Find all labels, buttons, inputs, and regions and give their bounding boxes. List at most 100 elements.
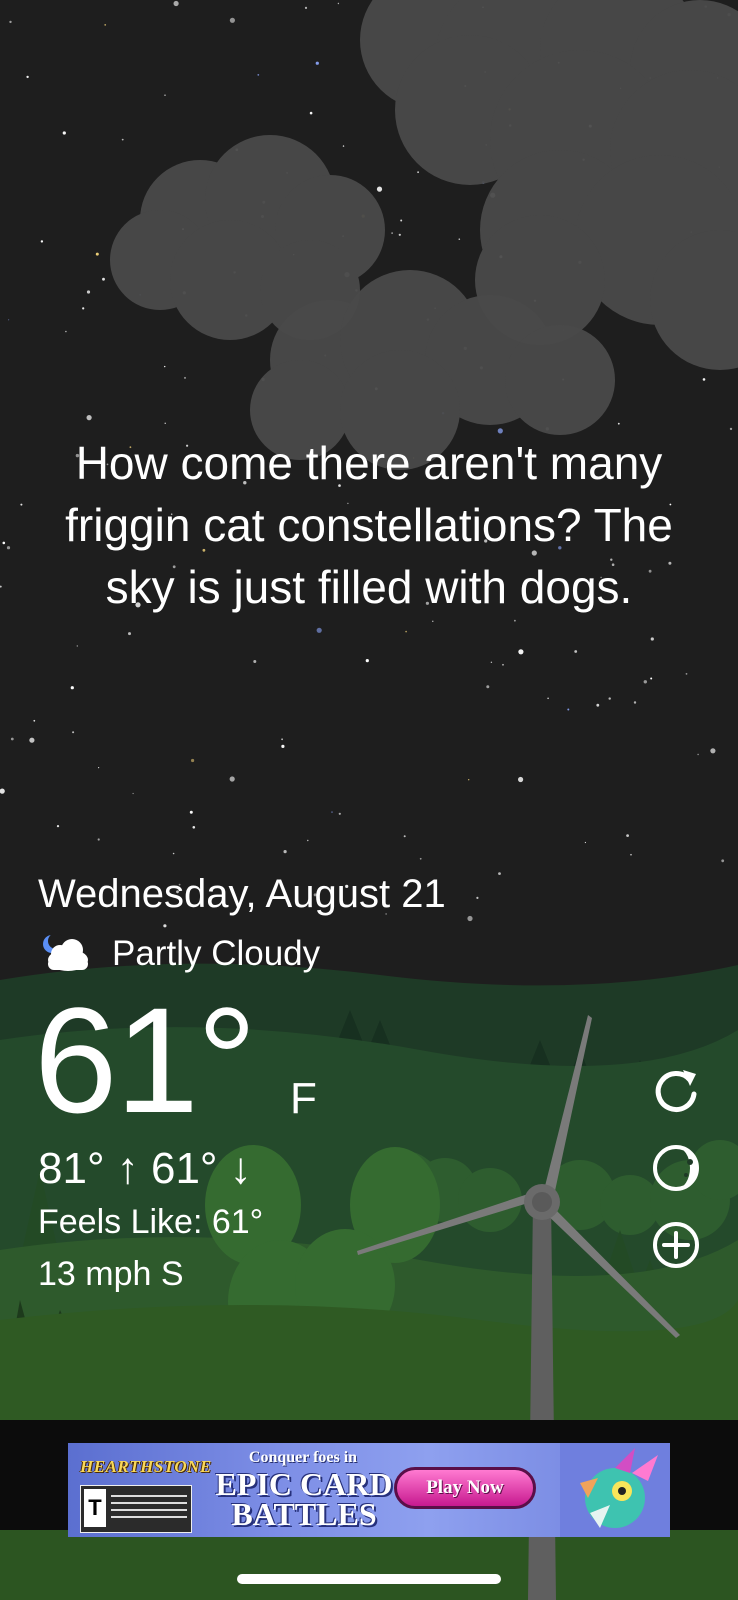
condition-label: Partly Cloudy (112, 934, 321, 973)
ad-esrb-rating: T (80, 1485, 192, 1533)
star (574, 650, 578, 653)
star (432, 620, 434, 622)
star (86, 415, 92, 421)
star (467, 915, 473, 922)
ad-creature-art (560, 1443, 670, 1537)
star (189, 810, 193, 814)
star (365, 659, 369, 663)
star (86, 290, 91, 294)
current-temperature: 61° (34, 976, 257, 1144)
condition-row: Partly Cloudy (38, 930, 320, 978)
star (547, 697, 549, 700)
star (72, 731, 75, 734)
star (102, 277, 105, 281)
star (398, 233, 401, 236)
wind-speed: 13 mph S (38, 1255, 184, 1293)
ad-play-now-button[interactable]: Play Now (394, 1467, 536, 1509)
star (331, 811, 333, 813)
star (518, 776, 524, 783)
star (164, 94, 166, 96)
star (229, 776, 235, 782)
star (650, 677, 653, 680)
star (132, 792, 134, 795)
star (281, 744, 285, 749)
star (281, 738, 283, 741)
star (76, 645, 79, 647)
star (253, 660, 257, 663)
refresh-button[interactable] (648, 1062, 704, 1118)
add-circle-icon (653, 1222, 699, 1268)
moon-phase-icon (653, 1145, 699, 1191)
star (82, 307, 85, 310)
star (304, 6, 308, 9)
star (630, 853, 632, 856)
star (192, 826, 196, 829)
refresh-icon (655, 1070, 697, 1112)
ad-tagline: Conquer foes in (248, 1449, 358, 1466)
star (400, 219, 403, 222)
star (309, 111, 313, 115)
star (2, 541, 6, 545)
star (62, 131, 66, 135)
star (184, 376, 186, 379)
star (468, 779, 470, 781)
star (172, 852, 175, 855)
star (56, 825, 60, 828)
star (626, 834, 629, 837)
star (417, 171, 419, 174)
add-location-button[interactable] (648, 1217, 704, 1273)
star (307, 839, 309, 842)
star (633, 701, 637, 704)
star (70, 686, 74, 690)
star (65, 330, 67, 333)
star (121, 138, 124, 141)
star (229, 17, 235, 23)
weather-scene-background (0, 0, 738, 1600)
star (498, 872, 501, 875)
star (685, 673, 688, 675)
star (342, 145, 345, 147)
star (173, 0, 179, 7)
star (729, 427, 733, 431)
star (391, 232, 393, 234)
star (608, 697, 611, 700)
moon-phase-button[interactable] (648, 1140, 704, 1196)
star (104, 24, 107, 26)
star (337, 2, 340, 5)
star (191, 758, 195, 763)
star (283, 850, 287, 854)
partly-cloudy-night-icon (38, 933, 94, 974)
star (419, 857, 422, 860)
star (164, 422, 166, 424)
star (486, 685, 490, 689)
star (403, 835, 406, 838)
star (514, 619, 516, 622)
star (518, 649, 524, 655)
star (584, 841, 587, 844)
star (502, 663, 504, 666)
feels-like: Feels Like: 61° (38, 1203, 264, 1241)
star (163, 924, 167, 928)
star (316, 627, 322, 633)
star (710, 748, 716, 754)
star (8, 319, 10, 321)
star (458, 238, 461, 240)
ad-brand-logo: HEARTHSTONE (80, 1457, 212, 1476)
star (376, 186, 383, 192)
star (697, 753, 699, 756)
star (567, 708, 570, 711)
star (10, 737, 14, 741)
rating-descriptor-lines (111, 1490, 187, 1521)
home-indicator[interactable] (237, 1574, 501, 1584)
temperature-unit: F (290, 1074, 317, 1123)
star (596, 703, 600, 707)
rating-letter: T (84, 1489, 106, 1527)
star (721, 859, 725, 863)
star (40, 240, 44, 243)
ad-banner[interactable]: HEARTHSTONE T Conquer foes in EPIC CARD … (68, 1443, 670, 1537)
star (9, 20, 12, 24)
quote-text: How come there aren't many friggin cat c… (65, 437, 673, 613)
star (476, 896, 479, 900)
star (26, 75, 29, 79)
star (20, 503, 23, 506)
